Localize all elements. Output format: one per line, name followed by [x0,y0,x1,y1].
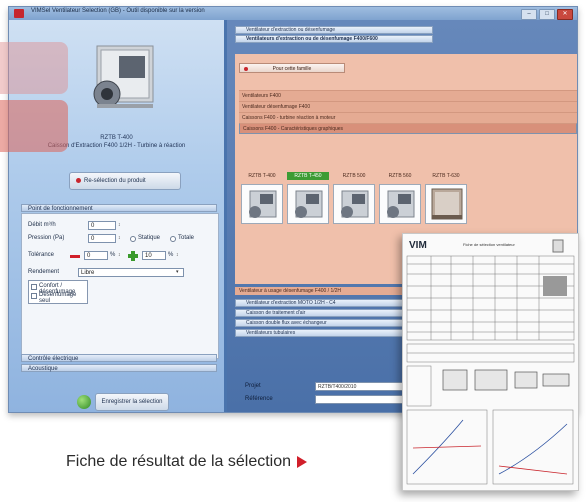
debit-label: Débit m³/h [28,222,56,228]
totale-radio[interactable] [170,236,176,242]
category-item-selected[interactable]: Caissons F400 - Caractéristiques graphiq… [239,123,577,134]
model-thumbnail[interactable] [287,184,329,224]
statique-radio[interactable] [130,236,136,242]
product-photo [93,45,154,108]
model-label[interactable]: RZTB 560 [379,172,421,180]
model-thumbnail[interactable] [425,184,467,224]
category-item[interactable]: Ventilateurs F400 [239,90,577,101]
desenfumage-checkbox[interactable] [31,293,37,299]
save-selection-button[interactable]: Enregistrer la sélection [95,393,169,411]
app-icon [14,9,24,18]
accordion-extraction[interactable]: Ventilateur d'extraction ou désenfumage [235,26,433,34]
rendement-label: Rendement [28,269,60,275]
tolerance-label: Tolérance [28,252,55,258]
model-label-active[interactable]: RZTB T-450 [287,172,329,180]
tolerance-minus-input[interactable]: 0 [84,251,108,260]
globe-icon [77,395,91,409]
caption: Fiche de résultat de la sélection [66,453,308,471]
accordion-f400-f600[interactable]: Ventilateurs d'extraction ou de désenfum… [235,35,433,43]
category-item[interactable]: Caissons F400 - turbine réaction à moteu… [239,112,577,123]
pression-spinner-icon[interactable]: ↕ [118,234,123,243]
result-sheet-document: VIM Fiche de sélection ventilateur [402,233,579,491]
operating-point-header[interactable]: Point de fonctionnement [21,204,217,212]
acoustique-header[interactable]: Acoustique [21,364,217,372]
rendement-select[interactable]: Libre [78,268,184,277]
model-label[interactable]: RZTB T-630 [425,172,467,180]
family-info-bar: Ventilateur à usage désenfumage F400 / 1… [235,287,417,295]
tolerance-minus-spinner-icon[interactable]: ↕ [118,251,123,260]
model-label[interactable]: RZTB T-400 [241,172,283,180]
close-button[interactable]: ✕ [557,9,573,20]
percent-label-plus: % [168,252,174,258]
statique-label: Statique [138,235,161,241]
chevron-down-icon[interactable]: ▾ [176,268,181,277]
model-thumbnail[interactable] [333,184,375,224]
model-thumbnail[interactable] [241,184,283,224]
document-content [406,239,575,485]
pression-label: Pression (Pa) [28,235,65,241]
maximize-button[interactable]: □ [539,9,555,20]
percent-label-minus: % [110,252,116,258]
debit-input[interactable]: 0 [88,221,116,230]
pression-input[interactable]: 0 [88,234,116,243]
title-bar: VIMSel Ventilateur Selection (GB) - Outi… [9,7,577,20]
minimize-button[interactable]: – [521,9,537,20]
reference-label: Référence [245,396,273,402]
category-item[interactable]: Ventilateur désenfumage F400 [239,101,577,112]
confort-checkbox[interactable] [31,284,37,290]
operating-point-box: Débit m³/h 0 ↕ Pression (Pa) 0 ↕ Statiqu… [21,213,219,359]
model-label[interactable]: RZTB 500 [333,172,375,180]
debit-spinner-icon[interactable]: ↕ [118,221,123,230]
decorative-shape [0,42,68,94]
plus-icon [128,251,138,261]
model-thumbnail[interactable] [379,184,421,224]
window-title: VIMSel Ventilateur Selection (GB) - Outi… [31,8,205,14]
reselect-product-button[interactable]: Re-sélection du produit [69,172,181,190]
red-dot-icon [244,67,248,71]
family-back-button[interactable]: Pour cette famille [239,63,345,73]
controle-electrique-header[interactable]: Contrôle électrique [21,354,217,362]
desenfumage-label: Désenfumage seul [39,292,77,304]
red-dot-icon [76,177,81,183]
decorative-shape [0,100,68,152]
minus-icon [70,255,80,258]
projet-label: Projet [245,383,261,389]
right-arrow-icon [297,455,308,468]
tolerance-plus-input[interactable]: 10 [142,251,166,260]
usage-options-list: Confort / désenfumage Désenfumage seul [28,280,88,304]
tolerance-plus-spinner-icon[interactable]: ↕ [176,251,181,260]
totale-label: Totale [178,235,195,241]
